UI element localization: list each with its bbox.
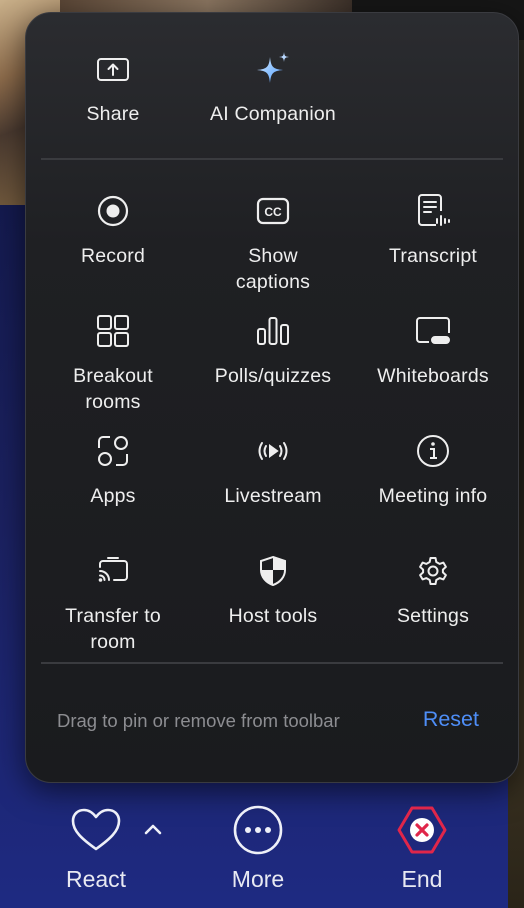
drag-hint-text: Drag to pin or remove from toolbar <box>57 710 340 731</box>
show-captions-button[interactable]: CC Show captions <box>193 189 353 295</box>
info-icon <box>416 429 450 473</box>
whiteboard-icon <box>415 309 451 353</box>
transcript-icon <box>416 189 450 233</box>
meeting-info-label: Meeting info <box>378 485 488 507</box>
livestream-button[interactable]: Livestream <box>193 429 353 509</box>
show-captions-label: Show captions <box>235 245 311 293</box>
more-button[interactable]: More <box>218 802 298 893</box>
reset-button[interactable]: Reset <box>423 707 479 732</box>
meeting-info-button[interactable]: Meeting info <box>353 429 513 509</box>
polls-chart-icon <box>256 309 290 353</box>
react-button[interactable]: React <box>56 802 136 893</box>
transcript-button[interactable]: Transcript <box>353 189 513 269</box>
divider-bottom <box>41 662 503 664</box>
divider-top <box>41 158 503 160</box>
more-label: More <box>231 866 285 892</box>
cast-to-room-icon <box>96 549 130 593</box>
react-label: React <box>65 866 127 892</box>
record-label: Record <box>80 245 146 267</box>
transcript-label: Transcript <box>389 245 477 267</box>
host-tools-button[interactable]: Host tools <box>193 549 353 629</box>
heart-icon <box>70 802 122 858</box>
whiteboards-label: Whiteboards <box>377 365 489 387</box>
polls-quizzes-label: Polls/quizzes <box>214 365 332 387</box>
whiteboards-button[interactable]: Whiteboards <box>353 309 513 389</box>
record-icon <box>96 189 130 233</box>
closed-captions-icon: CC <box>256 189 290 233</box>
react-options-chevron-up-icon[interactable] <box>140 816 166 842</box>
transfer-to-room-label: Transfer to room <box>65 605 161 653</box>
end-meeting-button[interactable]: End <box>382 802 462 893</box>
shield-icon <box>258 549 288 593</box>
breakout-rooms-icon <box>96 309 130 353</box>
host-tools-label: Host tools <box>228 605 318 627</box>
svg-text:CC: CC <box>264 205 282 219</box>
share-button[interactable]: Share <box>33 47 193 127</box>
share-screen-icon <box>96 47 130 91</box>
share-label: Share <box>86 103 140 125</box>
apps-icon <box>96 429 130 473</box>
ai-companion-label: AI Companion <box>210 103 336 125</box>
breakout-rooms-button[interactable]: Breakout rooms <box>33 309 193 415</box>
more-dots-icon <box>232 802 284 858</box>
apps-button[interactable]: Apps <box>33 429 193 509</box>
gear-icon <box>417 549 449 593</box>
ai-companion-button[interactable]: AI Companion <box>193 47 353 127</box>
livestream-icon <box>255 429 291 473</box>
transfer-to-room-button[interactable]: Transfer to room <box>33 549 193 655</box>
settings-button[interactable]: Settings <box>353 549 513 629</box>
end-label: End <box>401 866 443 892</box>
record-button[interactable]: Record <box>33 189 193 269</box>
livestream-label: Livestream <box>224 485 322 507</box>
polls-quizzes-button[interactable]: Polls/quizzes <box>193 309 353 389</box>
apps-label: Apps <box>90 485 136 507</box>
more-menu-panel: Share AI Companion Record CC Show captio… <box>25 12 519 783</box>
settings-label: Settings <box>396 605 470 627</box>
breakout-rooms-label: Breakout rooms <box>73 365 153 413</box>
sparkle-icon <box>253 47 293 91</box>
end-meeting-icon <box>396 802 448 858</box>
